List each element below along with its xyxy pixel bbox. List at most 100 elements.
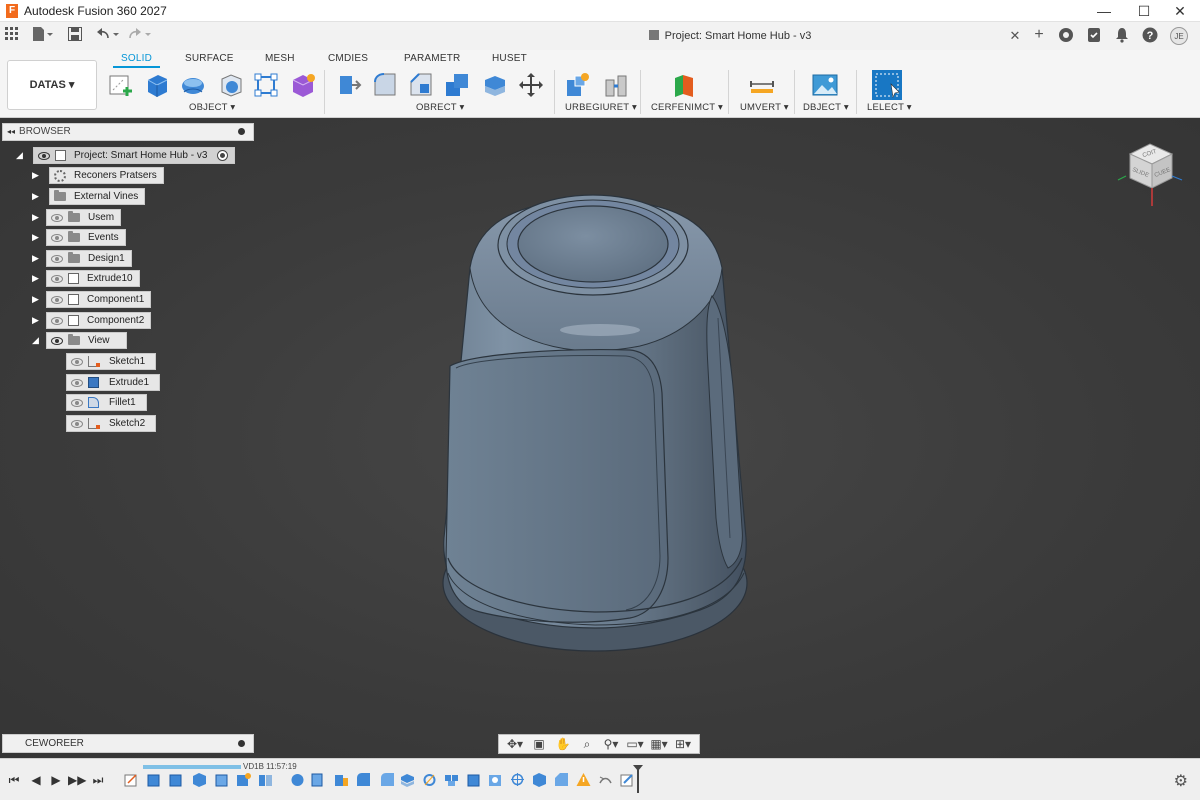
browser-child-sketch2[interactable]: Sketch2	[66, 415, 157, 432]
group-label-modify[interactable]: OBRECT ▾	[416, 102, 464, 113]
timeline-settings-gear-icon[interactable]: ⚙	[1174, 771, 1188, 791]
timeline-chamfer-feature-icon[interactable]	[554, 772, 569, 787]
group-label-assemble[interactable]: URBEGIURET ▾	[565, 102, 637, 113]
timeline-revolve-feature-icon[interactable]	[290, 772, 305, 787]
chamfer-tool-icon[interactable]	[408, 72, 434, 98]
revolve-tool-icon[interactable]	[218, 72, 244, 98]
visibility-eye-icon[interactable]	[71, 357, 83, 366]
expand-arrow-icon[interactable]: ▶	[32, 294, 42, 304]
move-tool-icon[interactable]	[518, 72, 544, 98]
smart-hub-3d-model[interactable]	[0, 118, 1200, 758]
create-sketch-tool-icon[interactable]	[108, 72, 134, 98]
notifications-bell-icon[interactable]	[1114, 27, 1130, 45]
expand-arrow-icon[interactable]: ▶	[32, 170, 42, 180]
browser-child-extrude1[interactable]: Extrude1	[66, 374, 161, 391]
timeline-shell-feature-icon[interactable]	[214, 772, 229, 787]
visibility-eye-icon[interactable]	[51, 274, 63, 283]
display-settings-icon[interactable]: ▭▾	[623, 736, 647, 752]
browser-item-component2[interactable]: ▶ Component2	[32, 312, 152, 329]
sketch-dimension-tool-icon[interactable]	[253, 72, 279, 98]
zoom-icon[interactable]: ⚲▾	[599, 736, 623, 752]
minimize-button[interactable]: —	[1084, 0, 1124, 22]
group-label-insert[interactable]: DBJECT ▾	[803, 102, 849, 113]
comments-panel-header[interactable]: CEWOREER	[2, 734, 254, 753]
help-icon[interactable]: ?	[1142, 27, 1158, 45]
timeline-extrude-feature-icon[interactable]	[466, 772, 481, 787]
browser-item-design1[interactable]: ▶ Design1	[32, 250, 132, 267]
expand-arrow-icon[interactable]: ▶	[32, 273, 42, 283]
timeline-extrude-feature-icon[interactable]	[146, 772, 161, 787]
browser-child-fillet1[interactable]: Fillet1	[66, 394, 147, 411]
browser-root-row[interactable]: ◢ Project: Smart Home Hub - v3	[14, 147, 236, 164]
visibility-eye-icon[interactable]	[51, 233, 63, 242]
tab-huset[interactable]: HUSET	[492, 53, 527, 64]
insert-component-tool-icon[interactable]	[290, 72, 316, 98]
document-tab[interactable]: Project: Smart Home Hub - v3	[430, 22, 1030, 50]
select-tool-icon[interactable]	[872, 70, 902, 100]
tab-cmdies[interactable]: CMDIES	[328, 53, 368, 64]
visibility-eye-icon[interactable]	[51, 336, 63, 345]
timeline-warning-feature-icon[interactable]	[576, 772, 591, 787]
pin-panel-icon[interactable]	[238, 128, 245, 135]
extensions-icon[interactable]	[1058, 27, 1074, 45]
group-label-object[interactable]: OBJECT ▾	[189, 102, 235, 113]
timeline-extrude-feature-icon[interactable]	[310, 772, 325, 787]
visibility-eye-icon[interactable]	[71, 398, 83, 407]
group-label-select[interactable]: LELECT ▾	[867, 102, 912, 113]
visibility-eye-icon[interactable]	[51, 295, 63, 304]
expand-arrow-icon[interactable]: ▶	[32, 191, 42, 201]
timeline-play-button[interactable]: ▶	[48, 772, 64, 788]
save-icon[interactable]	[68, 27, 82, 45]
browser-item-usem[interactable]: ▶ Usem	[32, 209, 122, 226]
job-status-icon[interactable]	[1086, 27, 1102, 45]
collapse-arrow-icon[interactable]: ◢	[32, 335, 42, 345]
timeline-previous-button[interactable]: ◀	[28, 772, 44, 788]
group-label-construct[interactable]: CERFENIMCT ▾	[651, 102, 723, 113]
timeline-body-feature-icon[interactable]	[532, 772, 547, 787]
timeline-pattern-feature-icon[interactable]	[444, 772, 459, 787]
timeline-start-button[interactable]: ⏮	[6, 772, 22, 788]
timeline-next-button[interactable]: ▶▶	[68, 772, 86, 788]
visibility-eye-icon[interactable]	[51, 316, 63, 325]
visibility-eye-icon[interactable]	[71, 419, 83, 428]
browser-item-reconers-pratsers[interactable]: ▶ Reconers Pratsers	[32, 167, 164, 184]
visibility-eye-icon[interactable]	[51, 213, 63, 222]
new-component-tool-icon[interactable]	[565, 72, 591, 98]
construct-plane-tool-icon[interactable]	[671, 72, 697, 98]
tab-surface[interactable]: SURFACE	[185, 53, 234, 64]
timeline-split-feature-icon[interactable]	[258, 772, 273, 787]
browser-item-component1[interactable]: ▶ Component1	[32, 291, 152, 308]
visibility-eye-icon[interactable]	[71, 378, 83, 387]
orbit-icon[interactable]: ✥▾	[503, 736, 527, 752]
workspace-switcher-button[interactable]: DATAS ▾	[7, 60, 97, 110]
tab-solid[interactable]: SOLID	[112, 53, 161, 68]
zoom-window-icon[interactable]: ⌕	[575, 736, 599, 752]
shell-tool-icon[interactable]	[444, 72, 470, 98]
look-at-icon[interactable]: ▣	[527, 736, 551, 752]
timeline-end-button[interactable]: ⏭	[90, 772, 106, 788]
joint-tool-icon[interactable]	[603, 72, 629, 98]
apps-grid-icon[interactable]	[5, 27, 19, 45]
browser-item-extrude10[interactable]: ▶ Extrude10	[32, 270, 140, 287]
close-tab-icon[interactable]: ✕	[1008, 27, 1022, 45]
tab-mesh[interactable]: MESH	[265, 53, 295, 64]
new-tab-icon[interactable]: +	[1030, 27, 1048, 45]
timeline-component-feature-icon[interactable]	[236, 772, 251, 787]
browser-item-external-vines[interactable]: ▶ External Vines	[32, 188, 146, 205]
undo-icon[interactable]	[96, 27, 122, 45]
combine-tool-icon[interactable]	[482, 72, 508, 98]
browser-item-events[interactable]: ▶ Events	[32, 229, 126, 246]
timeline-move-feature-icon[interactable]	[598, 772, 613, 787]
timeline-joint-origin-feature-icon[interactable]	[510, 772, 525, 787]
insert-image-tool-icon[interactable]	[812, 72, 838, 98]
timeline-fillet-feature-icon[interactable]	[380, 772, 395, 787]
timeline-sketch-feature-icon[interactable]	[124, 772, 139, 787]
timeline-extrude-feature-icon[interactable]	[168, 772, 183, 787]
timeline-combine-feature-icon[interactable]	[400, 772, 415, 787]
group-label-inspect[interactable]: UMVERT ▾	[740, 102, 789, 113]
maximize-button[interactable]: ☐	[1124, 0, 1164, 22]
timeline-sketch-feature-icon[interactable]	[620, 772, 635, 787]
timeline-mirror-feature-icon[interactable]	[422, 772, 437, 787]
timeline-hole-feature-icon[interactable]	[488, 772, 503, 787]
form-tool-icon[interactable]	[180, 72, 206, 98]
